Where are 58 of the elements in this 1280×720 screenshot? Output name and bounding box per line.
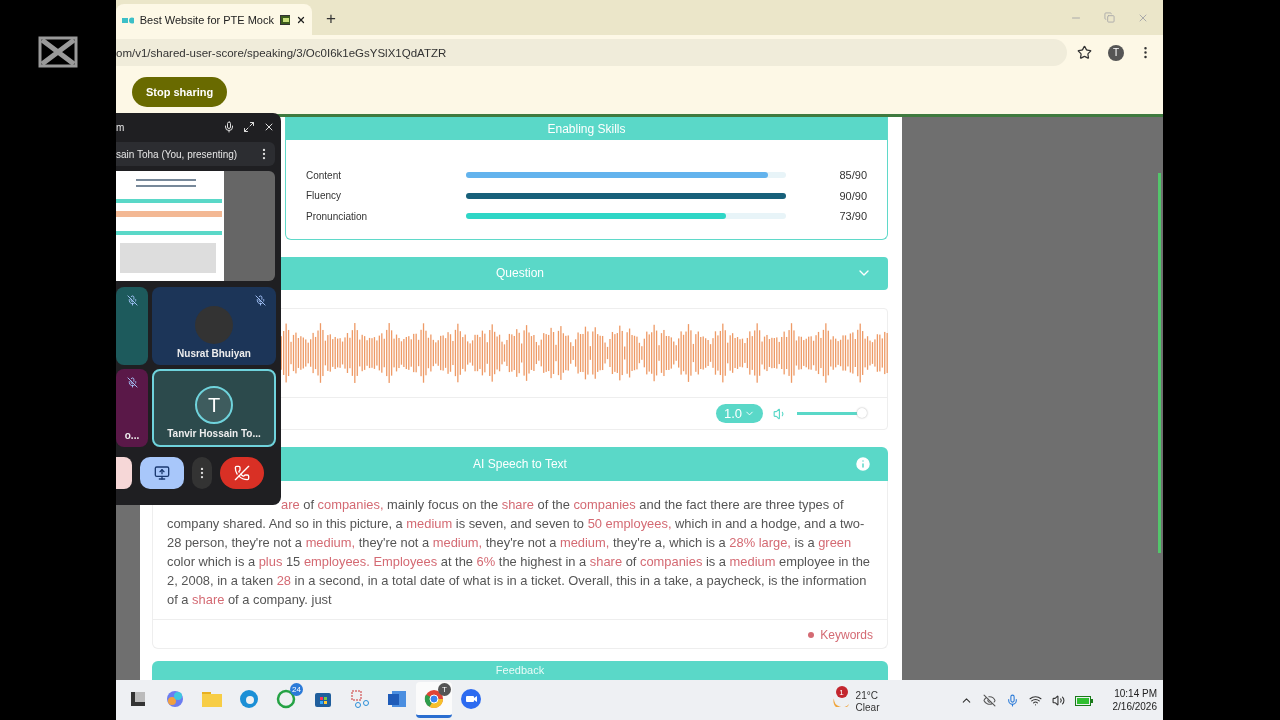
clock[interactable]: 10:14 PM 2/16/2026 bbox=[1112, 687, 1157, 713]
tab-title: Best Website for PTE Mock bbox=[139, 13, 274, 26]
window-icon bbox=[130, 690, 146, 707]
participant-tile[interactable] bbox=[116, 287, 148, 365]
section-title: Enabling Skills bbox=[547, 121, 626, 136]
mic-icon[interactable] bbox=[223, 121, 235, 133]
skill-label: Fluency bbox=[306, 190, 342, 202]
participant-name: Nusrat Bhuiyan bbox=[177, 348, 251, 359]
document-icon bbox=[387, 688, 407, 709]
participant-name: o... bbox=[124, 430, 140, 441]
screen-share-icon bbox=[280, 14, 290, 25]
volume-icon[interactable] bbox=[1051, 693, 1065, 707]
call-control-button[interactable] bbox=[116, 457, 132, 489]
participant-tile[interactable]: Nusrat Bhuiyan bbox=[152, 287, 276, 365]
presenter-name: sain Toha (You, presenting) bbox=[116, 148, 238, 160]
taskbar-app[interactable]: 24 bbox=[268, 682, 304, 718]
section-title: Question bbox=[496, 266, 544, 281]
profile-avatar[interactable]: T bbox=[1108, 44, 1124, 61]
expand-icon[interactable] bbox=[243, 121, 255, 133]
skill-score: 90/90 bbox=[838, 189, 867, 202]
browser-icon bbox=[424, 688, 444, 709]
panel-title: m bbox=[116, 121, 126, 133]
hang-up-button[interactable] bbox=[220, 457, 264, 489]
present-button[interactable] bbox=[140, 457, 184, 489]
globe-icon bbox=[239, 688, 259, 709]
phone-icon bbox=[234, 465, 250, 481]
stop-sharing-button[interactable]: Stop sharing bbox=[132, 77, 228, 107]
app-badge: 24 bbox=[290, 683, 303, 696]
swirl-icon bbox=[165, 688, 185, 709]
present-screen-icon bbox=[154, 465, 170, 481]
skill-label: Pronunciation bbox=[306, 210, 369, 222]
legend-label: Keywords bbox=[820, 627, 873, 642]
participant-name: Tanvir Hossain To... bbox=[167, 428, 261, 439]
browser-tab[interactable]: Best Website for PTE Mock bbox=[116, 4, 312, 35]
close-icon[interactable] bbox=[263, 121, 275, 133]
eye-off-icon[interactable] bbox=[982, 693, 996, 707]
scissors-icon bbox=[350, 688, 370, 709]
bookmark-star-icon[interactable] bbox=[1077, 45, 1092, 60]
site-logo-icon bbox=[122, 15, 134, 24]
battery-icon[interactable] bbox=[1074, 694, 1093, 706]
camera-app-icon bbox=[460, 687, 482, 710]
participant-tile[interactable]: o... bbox=[116, 369, 148, 447]
skill-score: 73/90 bbox=[838, 210, 867, 223]
avatar-initial: T bbox=[195, 386, 233, 424]
wifi-icon[interactable] bbox=[1028, 693, 1042, 707]
taskbar-app[interactable]: T bbox=[416, 682, 452, 718]
avatar-circle bbox=[195, 306, 233, 344]
folder-icon bbox=[201, 689, 223, 708]
legend-dot bbox=[808, 631, 815, 638]
notification-badge: 1 bbox=[835, 686, 848, 698]
section-title: AI Speech to Text bbox=[473, 456, 567, 471]
participant-tile[interactable]: T Tanvir Hossain To... bbox=[152, 369, 276, 447]
weather-widget[interactable]: 1 21°C Clear bbox=[832, 686, 880, 714]
new-tab-button[interactable]: + bbox=[322, 9, 340, 29]
app-badge: T bbox=[438, 683, 451, 696]
skill-score: 85/90 bbox=[838, 169, 867, 182]
skill-label: Content bbox=[306, 169, 343, 181]
address-field[interactable]: om/v1/shared-user-score/speaking/3/Oc0I6k1eGsYSlX1QdATZR bbox=[116, 39, 1067, 66]
